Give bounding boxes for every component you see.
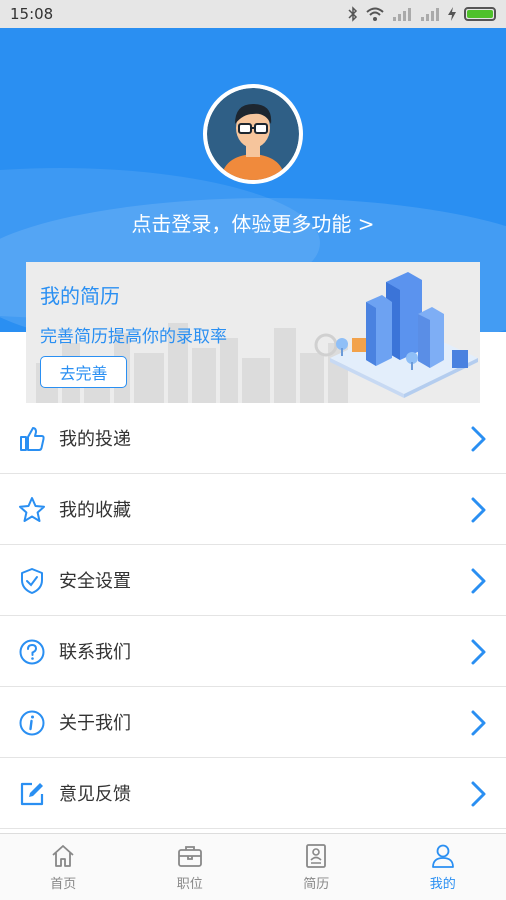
tab-label: 我的 [429, 876, 456, 892]
bottom-tab-bar: 首页 职位 简历 我的 [0, 833, 506, 900]
chevron-right-icon [471, 710, 486, 736]
edit-icon [20, 782, 44, 806]
avatar[interactable] [203, 84, 303, 184]
menu-item-contact-us[interactable]: 联系我们 [0, 616, 506, 687]
chevron-right-icon [471, 568, 486, 594]
signal-icon [393, 8, 411, 21]
menu-item-security-settings[interactable]: 安全设置 [0, 545, 506, 616]
resume-title: 我的简历 [40, 284, 120, 308]
tab-jobs[interactable]: 职位 [127, 834, 254, 900]
status-bar: 15:08 [0, 0, 506, 28]
menu-item-feedback[interactable]: 意见反馈 [0, 758, 506, 829]
status-icons [348, 6, 496, 22]
menu-item-about-us[interactable]: 关于我们 [0, 687, 506, 758]
battery-icon [464, 7, 496, 21]
city-illustration [330, 272, 478, 398]
wifi-icon [366, 7, 384, 21]
tab-mine[interactable]: 我的 [380, 834, 506, 900]
charging-icon [448, 7, 456, 21]
complete-resume-button[interactable]: 去完善 [40, 356, 127, 388]
tab-label: 首页 [50, 876, 77, 892]
chevron-right-icon [471, 639, 486, 665]
menu-list: 我的投递 我的收藏 安全设置 联系我们 关于我们 意见反馈 [0, 403, 506, 829]
login-prompt[interactable]: 点击登录，体验更多功能 > [0, 208, 506, 237]
bluetooth-icon [348, 6, 358, 22]
tab-label: 职位 [176, 876, 203, 892]
resume-subtitle: 完善简历提高你的录取率 [40, 327, 227, 347]
home-icon [52, 844, 74, 867]
menu-item-my-favorites[interactable]: 我的收藏 [0, 474, 506, 545]
menu-label: 意见反馈 [59, 784, 131, 805]
shield-check-icon [21, 568, 43, 594]
tab-label: 简历 [303, 876, 330, 892]
menu-label: 联系我们 [59, 642, 131, 663]
chevron-right-icon [471, 781, 486, 807]
chevron-right-icon [471, 426, 486, 452]
menu-item-my-applications[interactable]: 我的投递 [0, 403, 506, 474]
info-circle-icon [19, 710, 45, 736]
star-icon [19, 497, 45, 522]
tab-home[interactable]: 首页 [0, 834, 127, 900]
menu-label: 关于我们 [59, 713, 131, 734]
user-icon [431, 844, 454, 868]
question-circle-icon [19, 639, 45, 665]
resume-card[interactable]: 我的简历 完善简历提高你的录取率 去完善 [26, 262, 480, 403]
menu-label: 安全设置 [59, 571, 131, 592]
status-time: 15:08 [10, 5, 54, 23]
thumbs-up-icon [20, 427, 45, 451]
tab-resume[interactable]: 简历 [253, 834, 380, 900]
briefcase-icon [177, 845, 202, 867]
chevron-right-icon [471, 497, 486, 523]
signal-icon-2 [421, 8, 439, 21]
avatar-illustration [207, 88, 299, 180]
resume-icon [306, 843, 327, 868]
menu-label: 我的收藏 [59, 500, 131, 521]
menu-label: 我的投递 [59, 429, 131, 450]
